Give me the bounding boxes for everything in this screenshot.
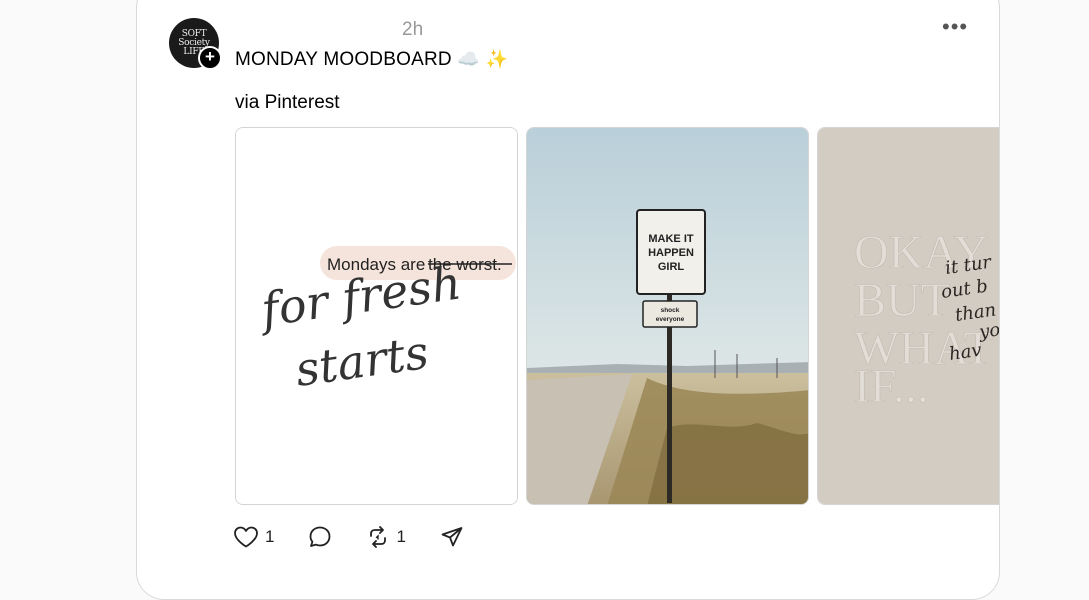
comment-icon [308,525,332,549]
emboss-line-2: BUT [854,274,950,327]
road-sign-image[interactable]: MAKE IT HAPPEN GIRL shock everyone [526,127,809,505]
script-line-5: hav [948,340,983,365]
more-options-icon[interactable]: ••• [942,14,968,40]
sign-line-3: GIRL [658,261,685,273]
post-title: MONDAY MOODBOARD ☁️ ✨ [235,49,508,71]
comment-button[interactable] [308,525,332,549]
sign-line-2: HAPPEN [648,247,694,259]
mondays-quote-image[interactable]: Mondays are the worst. for fresh starts [235,127,518,505]
post-title-emoji: ☁️ ✨ [457,49,509,70]
repost-button[interactable]: 1 [366,525,406,549]
like-button[interactable]: 1 [233,525,274,549]
post-card: SOFT Society LIFE + 2h ••• MONDAY MOODBO… [136,0,1000,600]
small-sign-line-1: shock [661,307,680,314]
repost-icon [366,525,390,549]
repost-count: 1 [396,527,406,546]
small-sign-line-2: everyone [656,316,685,323]
okay-but-what-if-image[interactable]: OKAY BUT WHAT IF... it tur out b than yo… [817,127,1000,505]
send-icon [440,525,464,549]
post-timestamp: 2h [402,19,424,40]
emboss-line-4: IF... [854,360,929,413]
post-actions: 1 1 [233,525,498,549]
script-line-4: yo [977,319,1000,343]
sign-line-1: MAKE IT [648,233,694,245]
post-title-text: MONDAY MOODBOARD [235,49,452,70]
share-button[interactable] [440,525,464,549]
post-subtitle: via Pinterest [235,92,340,113]
follow-plus-icon[interactable]: + [198,46,222,70]
heart-icon [233,525,259,549]
like-count: 1 [265,527,275,546]
image-gallery[interactable]: Mondays are the worst. for fresh starts [235,127,1000,505]
